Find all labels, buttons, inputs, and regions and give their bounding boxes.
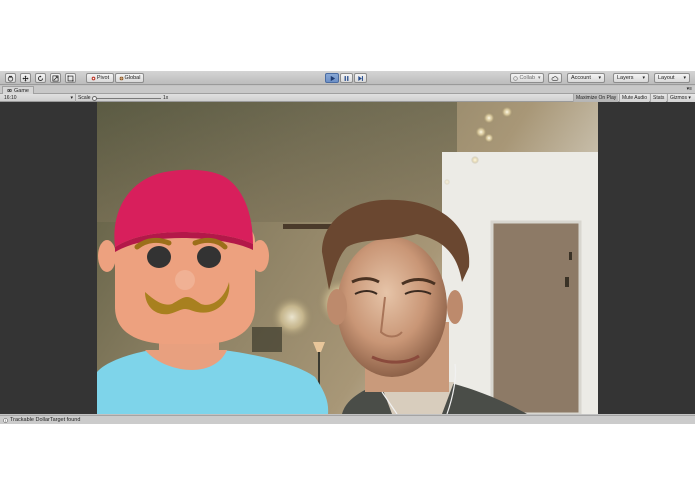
global-label: Global: [124, 75, 141, 81]
layout-label: Layout: [658, 75, 675, 81]
tab-game-label: Game: [14, 87, 29, 94]
hand-icon: [7, 75, 14, 82]
collab-dropdown[interactable]: Collab ▾: [510, 73, 544, 83]
move-arrows-icon: [22, 74, 29, 82]
pivot-label: Pivot: [96, 75, 110, 81]
game-view-icon: [7, 89, 12, 92]
layers-label: Layers: [617, 75, 634, 81]
scale-value: 1x: [163, 95, 169, 101]
gizmos-dropdown[interactable]: Gizmos ▾: [667, 94, 695, 102]
cloud-button[interactable]: [548, 73, 562, 83]
chevron-down-icon: ▾: [598, 75, 601, 81]
chevron-down-icon: ▾: [688, 95, 691, 101]
mute-audio-toggle[interactable]: Mute Audio: [619, 94, 649, 102]
play-icon: [330, 75, 335, 81]
camera-feed: [97, 102, 598, 414]
pause-button[interactable]: [340, 73, 353, 83]
move-tool-button[interactable]: [20, 73, 31, 83]
scale-icon: [52, 75, 59, 81]
pause-icon: [344, 75, 349, 81]
globe-icon: [119, 76, 123, 80]
rotate-icon: [38, 75, 43, 81]
layers-dropdown[interactable]: Layers ▾: [613, 73, 649, 83]
main-toolbar: Pivot Global Collab ▾ Account ▾ Layers ▾…: [0, 71, 695, 85]
scale-tool-button[interactable]: [50, 73, 61, 83]
rotate-tool-button[interactable]: [35, 73, 46, 83]
pivot-icon: [91, 76, 96, 80]
rect-icon: [67, 75, 74, 81]
account-label: Account: [571, 75, 591, 81]
aspect-ratio-value: 16:10: [4, 95, 17, 101]
collab-icon: [513, 75, 519, 81]
wall-frame: [252, 327, 282, 352]
info-icon: [3, 417, 8, 423]
status-message: Trackable DollarTarget found: [10, 417, 81, 423]
character-right-eye: [197, 246, 221, 268]
character-left-eye: [147, 246, 171, 268]
cloud-icon: [551, 75, 559, 81]
chevron-down-icon: ▾: [70, 95, 73, 101]
tab-bar: Game ▾≡: [0, 86, 695, 94]
layout-dropdown[interactable]: Layout ▾: [654, 73, 690, 83]
aspect-ratio-dropdown[interactable]: 16:10 ▾: [2, 94, 76, 102]
tab-menu-icon[interactable]: ▾≡: [687, 86, 692, 93]
chevron-down-icon: ▾: [642, 75, 645, 81]
unity-editor-window: Pivot Global Collab ▾ Account ▾ Layers ▾…: [0, 71, 695, 424]
play-button[interactable]: [325, 73, 339, 83]
pivot-toggle-button[interactable]: Pivot: [86, 73, 114, 83]
ar-scene: [97, 102, 598, 414]
global-toggle-button[interactable]: Global: [115, 73, 144, 83]
scale-slider-handle[interactable]: [92, 95, 97, 101]
scale-label: Scale: [78, 95, 91, 101]
chevron-down-icon: ▾: [683, 75, 686, 81]
scale-slider-track[interactable]: [95, 97, 161, 99]
stats-toggle[interactable]: Stats: [650, 94, 666, 102]
hand-tool-button[interactable]: [5, 73, 16, 83]
status-bar: Trackable DollarTarget found: [0, 415, 695, 424]
chevron-down-icon: ▾: [538, 75, 541, 81]
step-icon: [358, 75, 363, 81]
wall-shelf: [283, 224, 333, 229]
step-button[interactable]: [354, 73, 367, 83]
collab-label: Collab: [519, 75, 536, 81]
game-view-controls: 16:10 ▾ Scale 1x Maximize On Play Mute A…: [0, 94, 695, 102]
maximize-on-play-toggle[interactable]: Maximize On Play: [573, 94, 618, 102]
account-dropdown[interactable]: Account ▾: [567, 73, 605, 83]
tab-game[interactable]: Game: [2, 86, 34, 94]
door: [492, 222, 580, 414]
rect-tool-button[interactable]: [65, 73, 76, 83]
gizmos-label: Gizmos: [670, 95, 687, 101]
